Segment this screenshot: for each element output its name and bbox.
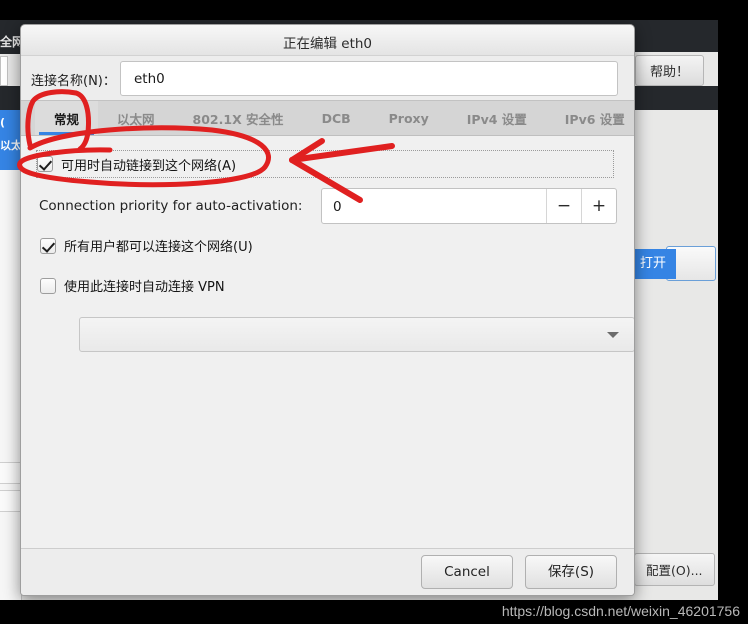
dialog-title: 正在编辑 eth0 xyxy=(282,36,373,52)
all-users-checkbox-row[interactable]: 所有用户都可以连接这个网络(U) xyxy=(40,236,253,255)
general-tab-panel: 可用时自动链接到这个网络(A) Connection priority for … xyxy=(21,136,634,549)
background-list-item-0[interactable]: ( xyxy=(0,110,22,136)
connection-name-input[interactable]: eth0 xyxy=(120,61,618,96)
priority-decrement-button[interactable]: − xyxy=(546,189,581,223)
watermark: https://blog.csdn.net/weixin_46201756 xyxy=(0,600,748,624)
background-top-input[interactable] xyxy=(0,56,8,86)
dialog-titlebar: 正在编辑 eth0 xyxy=(21,25,634,56)
settings-tabbar: 常规 以太网 802.1X 安全性 DCB Proxy IPv4 设置 IPv6… xyxy=(21,100,634,136)
background-list-item-2[interactable]: 以太 tel xyxy=(0,136,22,170)
cancel-button[interactable]: Cancel xyxy=(421,555,513,589)
chevron-down-icon xyxy=(607,332,619,338)
autoconnect-checkbox[interactable] xyxy=(37,156,53,172)
dialog-action-bar: Cancel 保存(S) xyxy=(21,549,634,595)
connection-priority-value[interactable]: 0 xyxy=(322,189,546,223)
tab-general[interactable]: 常规 xyxy=(35,101,99,135)
background-device-list[interactable]: ( 以太 tel xyxy=(0,110,22,604)
vpn-autoconnect-checkbox-row[interactable]: 使用此连接时自动连接 VPN xyxy=(40,276,225,295)
background-row-divider-1 xyxy=(0,462,22,484)
background-title-fragment: 全网 xyxy=(0,30,22,54)
all-users-label: 所有用户都可以连接这个网络(U) xyxy=(64,240,253,255)
priority-increment-button[interactable]: + xyxy=(581,189,616,223)
tab-ethernet[interactable]: 以太网 xyxy=(98,101,174,135)
autoconnect-label: 可用时自动链接到这个网络(A) xyxy=(61,158,237,174)
connection-priority-label: Connection priority for auto-activation: xyxy=(39,198,303,214)
vpn-autoconnect-label: 使用此连接时自动连接 VPN xyxy=(64,280,225,295)
black-top-band xyxy=(0,0,748,20)
edit-connection-dialog: 正在编辑 eth0 连接名称(N)： eth0 常规 以太网 802.1X 安全… xyxy=(20,24,635,596)
tab-ipv4-settings[interactable]: IPv4 设置 xyxy=(448,101,546,135)
tab-proxy[interactable]: Proxy xyxy=(370,101,448,135)
help-button[interactable]: 帮助！ xyxy=(634,55,704,86)
all-users-checkbox[interactable] xyxy=(40,237,56,254)
connection-name-label: 连接名称(N)： xyxy=(31,74,116,89)
connection-name-row: 连接名称(N)： eth0 xyxy=(21,56,634,100)
tab-8021x-security[interactable]: 802.1X 安全性 xyxy=(174,101,303,135)
vpn-select[interactable] xyxy=(79,317,634,352)
save-button[interactable]: 保存(S) xyxy=(525,555,617,589)
autoconnect-checkbox-row[interactable]: 可用时自动链接到这个网络(A) xyxy=(36,150,614,178)
background-row-divider-2 xyxy=(0,490,22,512)
background-list-item-2-label: 以太 xyxy=(0,139,22,152)
open-button[interactable]: 打开 xyxy=(630,249,676,279)
black-right-band xyxy=(718,0,748,624)
vpn-autoconnect-checkbox[interactable] xyxy=(40,277,56,294)
configure-button[interactable]: 配置(O)... xyxy=(634,553,715,586)
tab-dcb[interactable]: DCB xyxy=(303,101,370,135)
screenshot-root: 安装 帮助！ ( 以太 tel 打开 配置(O)... 主机名： fzx (H) xyxy=(0,0,748,624)
connection-priority-spinner[interactable]: 0 − + xyxy=(321,188,617,224)
tab-ipv6-settings[interactable]: IPv6 设置 xyxy=(546,101,634,135)
connection-priority-row: Connection priority for auto-activation:… xyxy=(39,188,617,224)
